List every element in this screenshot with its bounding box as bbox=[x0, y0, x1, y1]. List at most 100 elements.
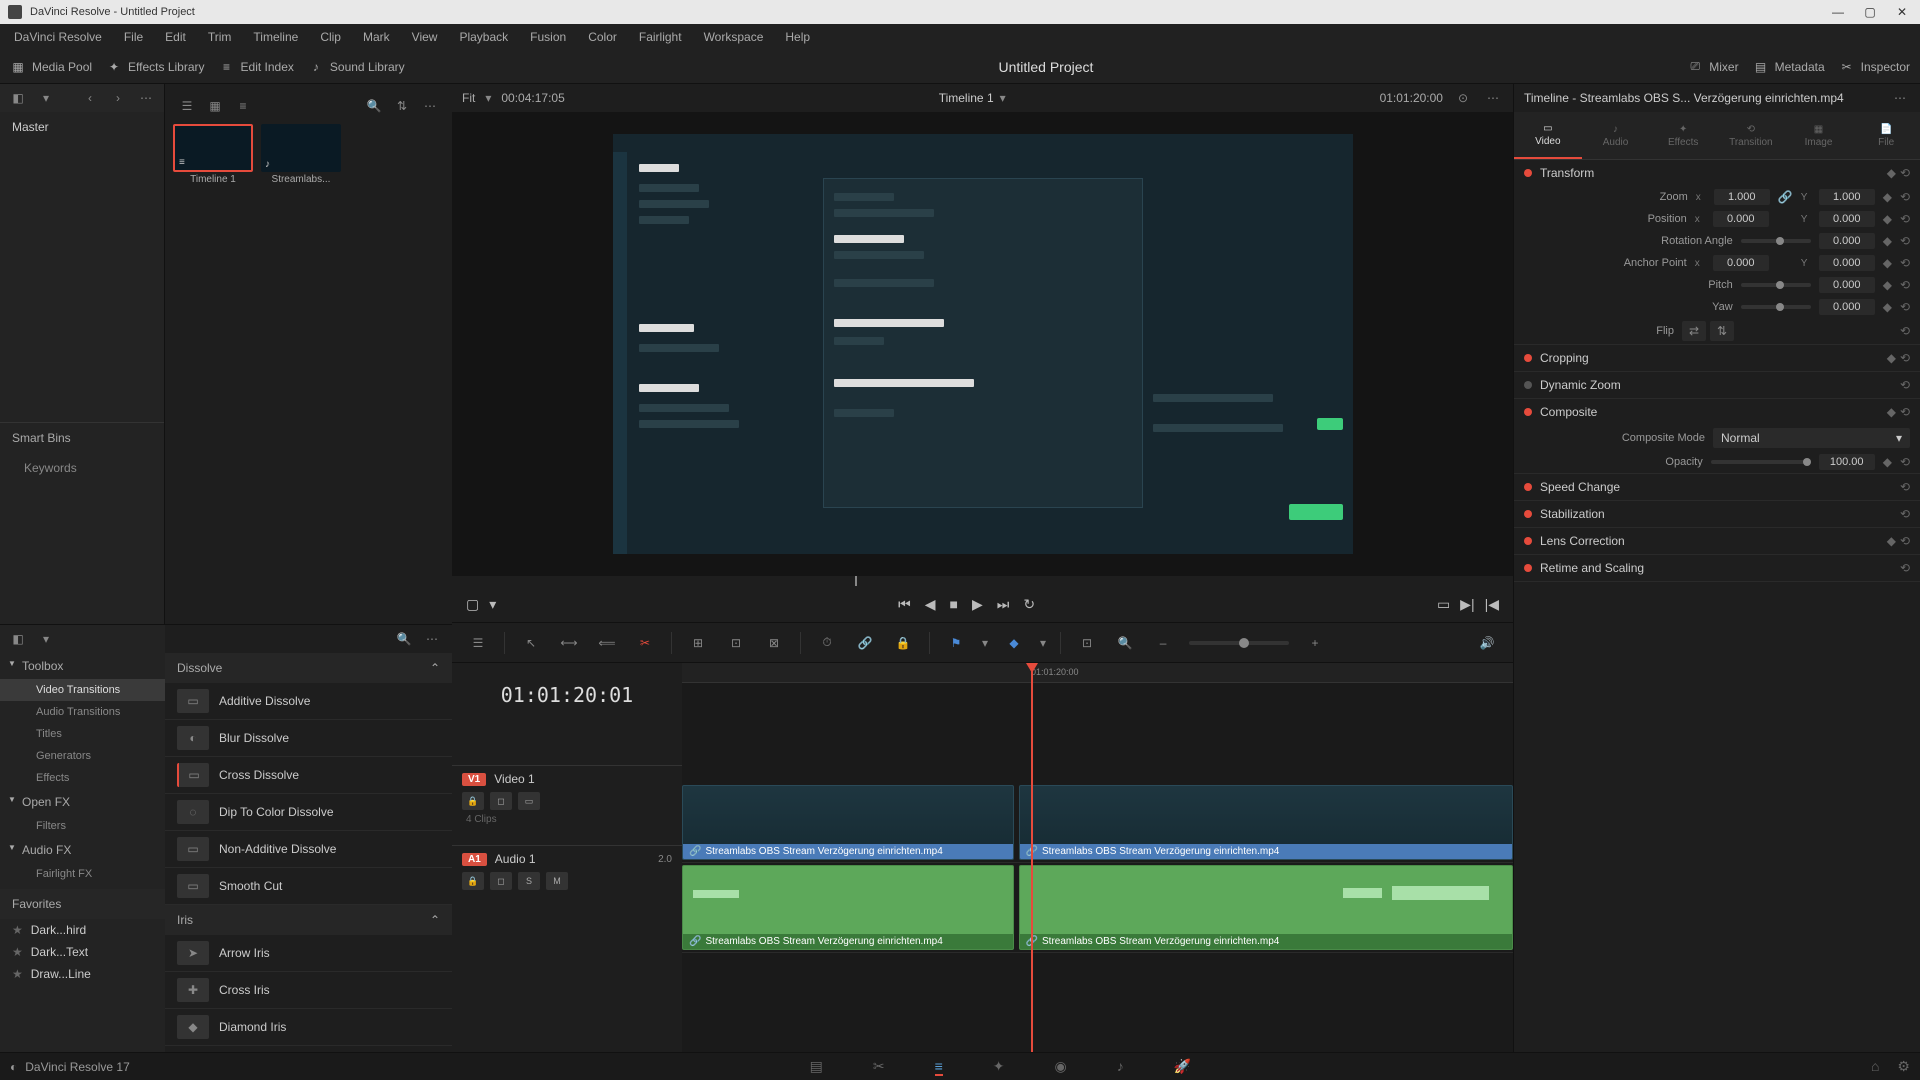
flag-icon[interactable]: ⚑ bbox=[944, 631, 968, 655]
list-view-icon[interactable]: ☰ bbox=[177, 96, 197, 116]
favorite-item[interactable]: ★Dark...Text bbox=[0, 941, 165, 963]
nav-fwd-icon[interactable]: › bbox=[108, 88, 128, 108]
tab-image[interactable]: ▦Image bbox=[1785, 112, 1853, 159]
timeline-timecode[interactable]: 01:01:20:01 bbox=[452, 663, 682, 727]
filters-item[interactable]: Filters bbox=[0, 815, 165, 837]
reset-icon[interactable]: ⟲ bbox=[1900, 256, 1910, 270]
next-frame-icon[interactable]: ⏭ bbox=[997, 596, 1010, 613]
menu-fusion[interactable]: Fusion bbox=[520, 27, 576, 47]
reset-icon[interactable]: ⟲ bbox=[1900, 212, 1910, 226]
bypass-icon[interactable]: ⊙ bbox=[1453, 88, 1473, 108]
fx-cross-dissolve[interactable]: ▭Cross Dissolve bbox=[165, 757, 452, 794]
grid-view-icon[interactable]: ▦ bbox=[205, 96, 225, 116]
timeline-ruler[interactable]: 01:01:20:00 bbox=[682, 663, 1513, 683]
sound-library-toggle[interactable]: ♪ Sound Library bbox=[308, 59, 405, 75]
link-icon[interactable]: 🔗 bbox=[1778, 190, 1793, 204]
sort-icon[interactable]: ⇅ bbox=[392, 96, 412, 116]
chevron-down-icon[interactable]: ▾ bbox=[36, 629, 56, 649]
trim-tool-icon[interactable]: ⟷ bbox=[557, 631, 581, 655]
prev-frame-icon[interactable]: ◀ bbox=[925, 596, 936, 613]
media-pool-toggle[interactable]: ▦ Media Pool bbox=[10, 59, 92, 75]
composite-section-header[interactable]: Composite ◆⟲ bbox=[1514, 399, 1920, 425]
marker-icon[interactable]: ◆ bbox=[1002, 631, 1026, 655]
tab-effects[interactable]: ✦Effects bbox=[1649, 112, 1717, 159]
jog-icon[interactable]: ▭ bbox=[1437, 596, 1450, 613]
fx-search-icon[interactable]: 🔍 bbox=[394, 629, 414, 649]
media-thumb-streamlabs[interactable]: ♪ Streamlabs... bbox=[261, 124, 341, 185]
reset-icon[interactable]: ⟲ bbox=[1900, 300, 1910, 314]
flip-v-button[interactable]: ⇅ bbox=[1710, 321, 1734, 341]
next-clip-icon[interactable]: ▶| bbox=[1460, 596, 1474, 613]
reset-icon[interactable]: ⟲ bbox=[1900, 507, 1910, 521]
chevron-down-icon[interactable]: ▾ bbox=[982, 636, 988, 650]
zoom-out-icon[interactable]: – bbox=[1151, 631, 1175, 655]
menu-help[interactable]: Help bbox=[775, 27, 820, 47]
video-transitions-item[interactable]: Video Transitions bbox=[0, 679, 165, 701]
audio-clip-1[interactable]: 🔗Streamlabs OBS Stream Verzögerung einri… bbox=[682, 865, 1014, 950]
reset-icon[interactable]: ⟲ bbox=[1900, 190, 1910, 204]
metadata-toggle[interactable]: ▤ Metadata bbox=[1753, 59, 1825, 75]
pitch-slider[interactable] bbox=[1741, 283, 1811, 287]
keyframe-icon[interactable]: ◆ bbox=[1883, 278, 1892, 292]
keyframe-icon[interactable]: ◆ bbox=[1883, 455, 1892, 469]
solo-icon[interactable]: S bbox=[518, 872, 540, 890]
zoom-in-icon[interactable]: + bbox=[1303, 631, 1327, 655]
lock-track-icon[interactable]: 🔒 bbox=[462, 792, 484, 810]
menu-edit[interactable]: Edit bbox=[155, 27, 196, 47]
viewer-scrubber[interactable] bbox=[452, 576, 1513, 586]
keyframe-icon[interactable]: ◆ bbox=[1887, 534, 1896, 548]
viewer-tc-left[interactable]: 00:04:17:05 bbox=[501, 91, 564, 105]
dynamic-zoom-section-header[interactable]: Dynamic Zoom ⟲ bbox=[1514, 372, 1920, 398]
maximize-button[interactable]: ▢ bbox=[1860, 2, 1880, 22]
timeline-view-options-icon[interactable]: ☰ bbox=[466, 631, 490, 655]
auto-select-icon[interactable]: ◻ bbox=[490, 792, 512, 810]
enable-dot-icon[interactable] bbox=[1524, 169, 1532, 177]
dissolve-group[interactable]: Dissolve ⌃ bbox=[165, 653, 452, 683]
stabilization-section-header[interactable]: Stabilization ⟲ bbox=[1514, 501, 1920, 527]
reset-icon[interactable]: ⟲ bbox=[1900, 405, 1910, 419]
edit-page-icon[interactable]: ≡ bbox=[935, 1058, 943, 1076]
arrow-tool-icon[interactable]: ↖ bbox=[519, 631, 543, 655]
minimize-button[interactable]: — bbox=[1828, 2, 1848, 22]
favorite-item[interactable]: ★Dark...hird bbox=[0, 919, 165, 941]
tab-video[interactable]: ▭Video bbox=[1514, 112, 1582, 159]
reset-icon[interactable]: ⟲ bbox=[1900, 480, 1910, 494]
composite-mode-dropdown[interactable]: Normal ▾ bbox=[1713, 428, 1910, 448]
flip-h-button[interactable]: ⇄ bbox=[1682, 321, 1706, 341]
speed-change-section-header[interactable]: Speed Change ⟲ bbox=[1514, 474, 1920, 500]
blade-tool-icon[interactable]: ✂ bbox=[633, 631, 657, 655]
settings-icon[interactable]: ⚙ bbox=[1897, 1058, 1910, 1075]
media-page-icon[interactable]: ▤ bbox=[810, 1058, 823, 1076]
keyframe-icon[interactable]: ◆ bbox=[1887, 166, 1896, 180]
fit-dropdown[interactable]: Fit bbox=[462, 91, 475, 105]
menu-mark[interactable]: Mark bbox=[353, 27, 400, 47]
fx-diamond-iris[interactable]: ◆Diamond Iris bbox=[165, 1009, 452, 1046]
first-frame-icon[interactable]: ⏮ bbox=[898, 596, 911, 613]
anchor-x-input[interactable]: 0.000 bbox=[1713, 255, 1769, 271]
menu-clip[interactable]: Clip bbox=[310, 27, 351, 47]
retime-icon[interactable]: ⏱ bbox=[815, 631, 839, 655]
enable-dot-icon[interactable] bbox=[1524, 408, 1532, 416]
keyframe-icon[interactable]: ◆ bbox=[1883, 256, 1892, 270]
pos-y-input[interactable]: 0.000 bbox=[1819, 211, 1875, 227]
rotation-slider[interactable] bbox=[1741, 239, 1811, 243]
strip-view-icon[interactable]: ≡ bbox=[233, 96, 253, 116]
home-icon[interactable]: ⌂ bbox=[1871, 1058, 1879, 1075]
menu-trim[interactable]: Trim bbox=[198, 27, 242, 47]
options-icon[interactable]: ⋯ bbox=[136, 88, 156, 108]
fairlight-page-icon[interactable]: ♪ bbox=[1117, 1058, 1124, 1076]
insert-clip-icon[interactable]: ⊞ bbox=[686, 631, 710, 655]
fx-cross-iris[interactable]: ✚Cross Iris bbox=[165, 972, 452, 1009]
color-page-icon[interactable]: ◉ bbox=[1054, 1058, 1066, 1076]
rotation-input[interactable]: 0.000 bbox=[1819, 233, 1875, 249]
viewer-options-icon[interactable]: ⋯ bbox=[1483, 88, 1503, 108]
enable-dot-icon[interactable] bbox=[1524, 483, 1532, 491]
bin-view-icon[interactable]: ◧ bbox=[8, 88, 28, 108]
generators-item[interactable]: Generators bbox=[0, 745, 165, 767]
deliver-page-icon[interactable]: 🚀 bbox=[1174, 1058, 1191, 1076]
fx-non-additive[interactable]: ▭Non-Additive Dissolve bbox=[165, 831, 452, 868]
v1-badge[interactable]: V1 bbox=[462, 773, 486, 786]
menu-davinci-resolve[interactable]: DaVinci Resolve bbox=[4, 27, 112, 47]
a1-badge[interactable]: A1 bbox=[462, 853, 487, 866]
chevron-down-icon[interactable]: ▾ bbox=[36, 88, 56, 108]
